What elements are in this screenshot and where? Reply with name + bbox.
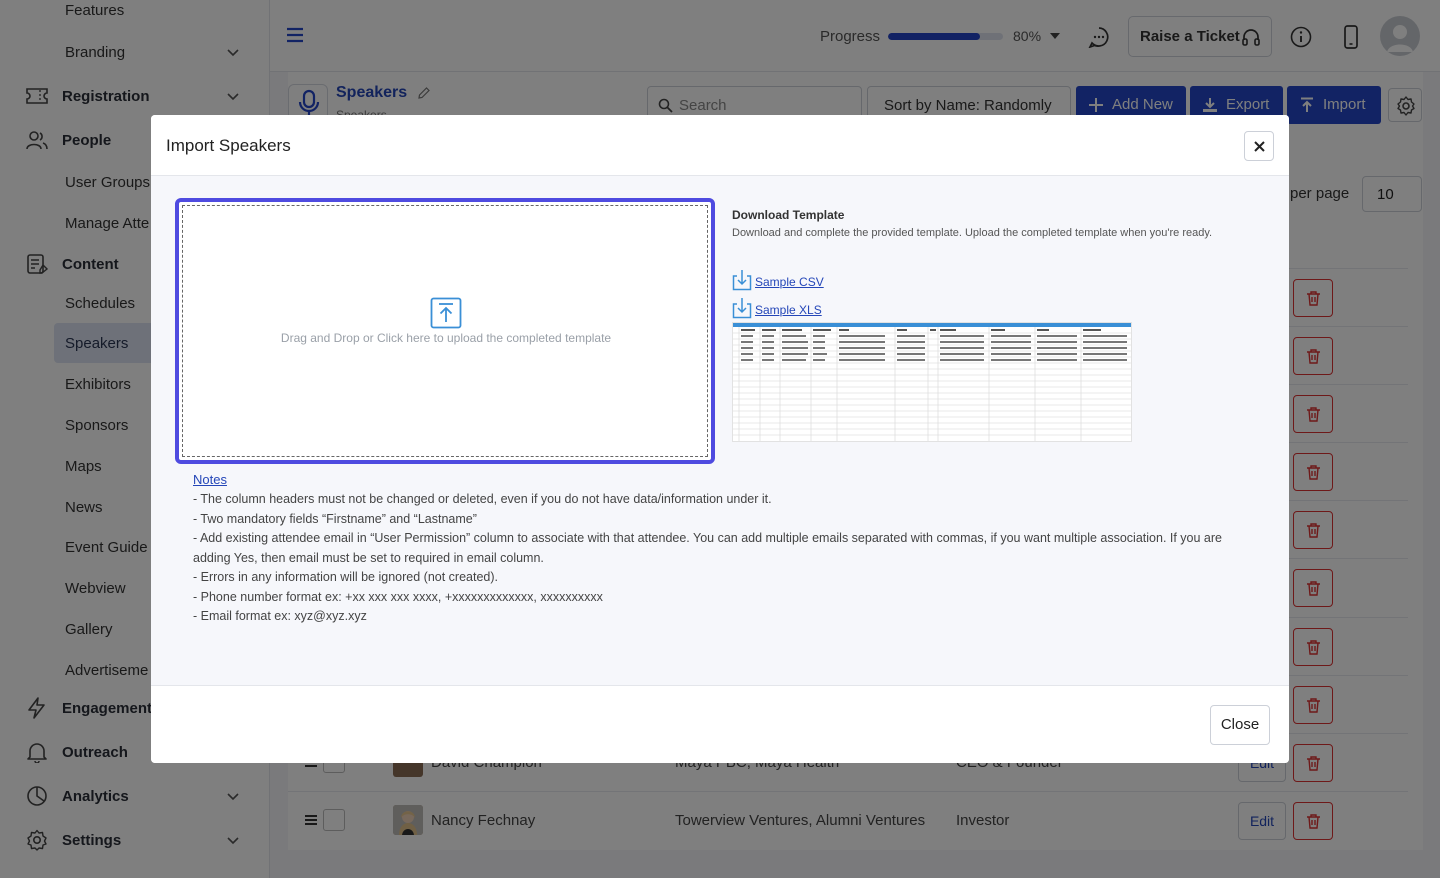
modal-body: Drag and Drop or Click here to upload th… [151,176,1289,685]
close-button[interactable]: Close [1210,705,1270,745]
modal-footer: Close [151,685,1289,763]
import-speakers-modal: Import Speakers Drag and Drop or Click h… [151,115,1289,763]
note-item: - Two mandatory fields “Firstname” and “… [193,511,477,526]
sample-xls-label: Sample XLS [755,303,822,317]
note-item: - The column headers must not be changed… [193,492,772,506]
download-template-description: Download and complete the provided templ… [732,227,1213,239]
download-file-icon [732,270,752,291]
modal-title: Import Speakers [166,136,291,155]
notes-list: - The column headers must not be changed… [193,490,1223,627]
download-template-title: Download Template [732,208,845,222]
modal-header: Import Speakers [151,115,1289,176]
download-file-icon [732,298,752,319]
modal-close-x-button[interactable] [1244,131,1274,161]
close-icon [1254,141,1265,152]
dropzone-dashed-area: Drag and Drop or Click here to upload th… [182,205,708,457]
template-spreadsheet-preview [732,322,1132,442]
note-item: - Email format ex: xyz@xyz.xyz [193,609,367,623]
upload-icon [430,297,462,329]
file-dropzone[interactable]: Drag and Drop or Click here to upload th… [175,198,715,464]
note-item: - Phone number format ex: +xx xxx xxx xx… [193,589,603,604]
spreadsheet-thumbnail [733,323,1131,441]
notes-link[interactable]: Notes [193,472,227,487]
note-item: - Add existing attendee email in “User P… [193,531,1222,565]
note-item: - Errors in any information will be igno… [193,570,498,584]
sample-csv-label: Sample CSV [755,275,824,289]
dropzone-text: Drag and Drop or Click here to upload th… [280,331,612,345]
